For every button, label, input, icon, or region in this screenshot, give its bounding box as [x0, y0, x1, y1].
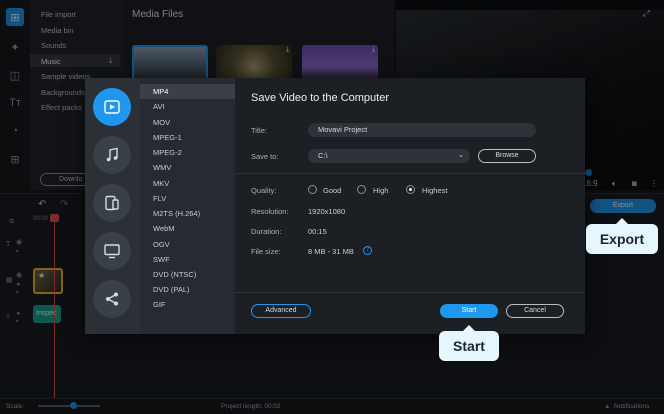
- title-input[interactable]: Movavi Project: [308, 123, 536, 137]
- save-video-dialog: MP4 AVI MOV MPEG-1 MPEG-2 WMV MKV FLV M2…: [85, 78, 585, 334]
- quality-high-radio[interactable]: [357, 185, 366, 194]
- format-mkv[interactable]: MKV: [140, 176, 235, 191]
- cancel-button[interactable]: Cancel: [506, 304, 564, 318]
- dialog-settings: Save Video to the Computer Title: Movavi…: [235, 78, 585, 334]
- file-size-label: File size:: [251, 247, 281, 256]
- audio-note-icon[interactable]: [93, 136, 131, 174]
- save-to-value: C:\: [318, 151, 328, 160]
- duration-value: 00:15: [308, 227, 327, 236]
- share-icon[interactable]: [93, 280, 131, 318]
- export-callout: Export: [586, 218, 658, 254]
- format-mpeg-1[interactable]: MPEG-1: [140, 130, 235, 145]
- format-list: MP4 AVI MOV MPEG-1 MPEG-2 WMV MKV FLV M2…: [140, 78, 235, 334]
- format-wmv[interactable]: WMV: [140, 160, 235, 175]
- save-to-label: Save to:: [251, 152, 279, 161]
- help-icon[interactable]: ?: [363, 246, 372, 255]
- save-to-select[interactable]: C:\ ⌄: [308, 149, 470, 163]
- resolution-value: 1920x1080: [308, 207, 346, 216]
- format-mpeg-2[interactable]: MPEG-2: [140, 145, 235, 160]
- format-gif[interactable]: GIF: [140, 297, 235, 312]
- quality-label: Quality:: [251, 186, 277, 195]
- start-callout: Start: [439, 325, 499, 361]
- divider: [235, 292, 585, 293]
- browse-button[interactable]: Browse: [478, 149, 536, 163]
- start-button[interactable]: Start: [440, 304, 498, 318]
- advanced-button[interactable]: Advanced: [251, 304, 311, 318]
- duration-label: Duration:: [251, 227, 282, 236]
- quality-high-label[interactable]: High: [373, 186, 388, 195]
- format-ogv[interactable]: OGV: [140, 237, 235, 252]
- format-avi[interactable]: AVI: [140, 99, 235, 114]
- quality-highest-radio[interactable]: [406, 185, 415, 194]
- devices-icon[interactable]: [93, 184, 131, 222]
- format-dvd-ntsc[interactable]: DVD (NTSC): [140, 267, 235, 282]
- format-mp4[interactable]: MP4: [140, 84, 235, 99]
- chevron-down-icon: ⌄: [458, 152, 464, 159]
- title-label: Title:: [251, 126, 267, 135]
- export-destination-rail: [85, 78, 140, 334]
- quality-good-label[interactable]: Good: [323, 186, 341, 195]
- format-swf[interactable]: SWF: [140, 252, 235, 267]
- format-webm[interactable]: WebM: [140, 221, 235, 236]
- dialog-title: Save Video to the Computer: [251, 92, 389, 104]
- divider: [235, 173, 585, 174]
- format-m2ts[interactable]: M2TS (H.264): [140, 206, 235, 221]
- format-mov[interactable]: MOV: [140, 115, 235, 130]
- computer-video-icon[interactable]: [93, 88, 131, 126]
- tv-icon[interactable]: [93, 232, 131, 270]
- format-flv[interactable]: FLV: [140, 191, 235, 206]
- quality-good-radio[interactable]: [308, 185, 317, 194]
- file-size-value: 8 MB - 31 MB: [308, 247, 354, 256]
- quality-highest-label[interactable]: Highest: [422, 186, 447, 195]
- resolution-label: Resolution:: [251, 207, 289, 216]
- format-dvd-pal[interactable]: DVD (PAL): [140, 282, 235, 297]
